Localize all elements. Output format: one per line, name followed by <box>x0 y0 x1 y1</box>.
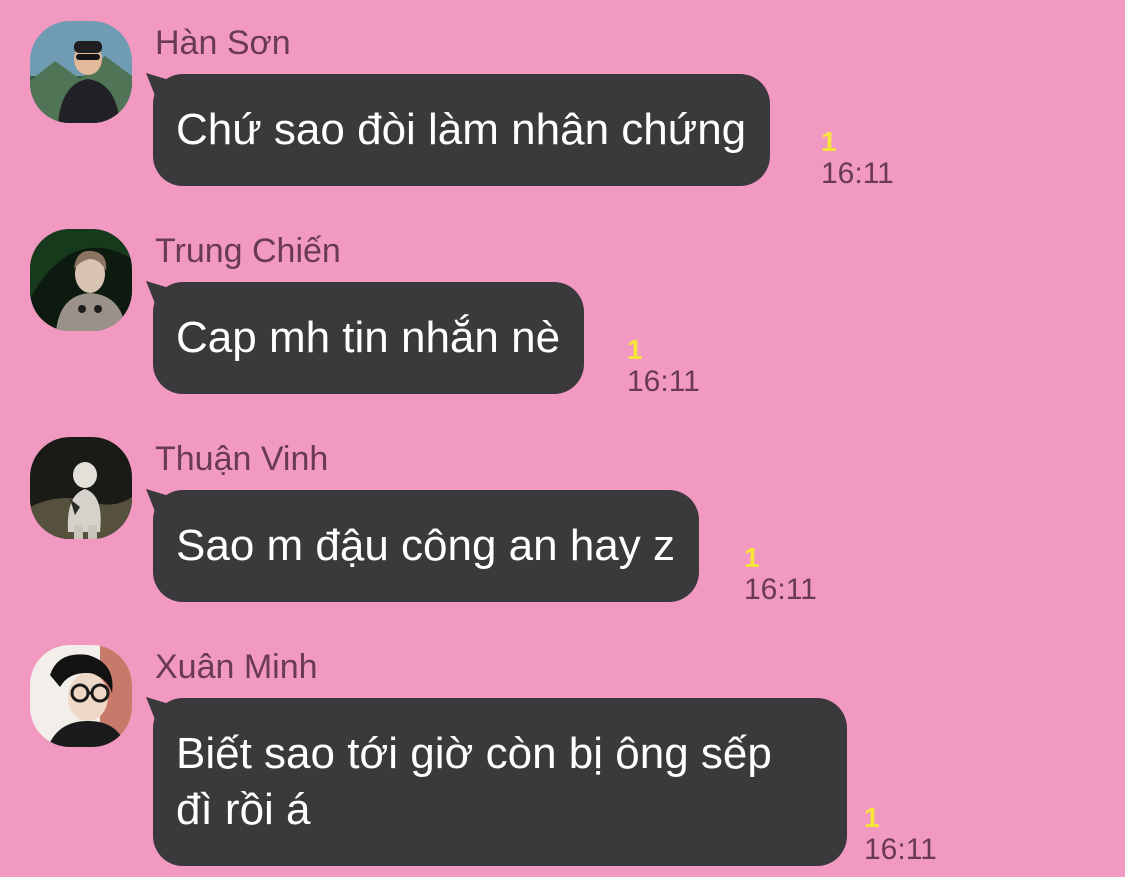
message-time: 16:11 <box>627 365 700 398</box>
message-bubble[interactable]: Biết sao tới giờ còn bị ông sếp đì rồi á <box>153 698 847 866</box>
unread-count: 1 <box>821 126 837 157</box>
message-meta: 1 16:11 <box>744 542 817 606</box>
avatar-photo-icon <box>30 229 132 331</box>
message-bubble[interactable]: Chứ sao đòi làm nhân chứng <box>153 74 771 186</box>
avatar[interactable] <box>30 645 132 747</box>
message-meta: 1 16:11 <box>821 126 894 190</box>
message-meta: 1 16:11 <box>864 802 937 866</box>
message-bubble[interactable]: Cap mh tin nhắn nè <box>153 282 585 394</box>
sender-name: Thuận Vinh <box>155 440 329 478</box>
message-text-line: đì rồi á <box>176 785 311 834</box>
avatar-photo-icon <box>30 645 132 747</box>
message-time: 16:11 <box>744 573 817 606</box>
avatar[interactable] <box>30 21 132 123</box>
avatar[interactable] <box>30 229 132 331</box>
message-text-line: Biết sao tới giờ còn bị ông sếp <box>176 729 772 778</box>
message-time: 16:11 <box>864 833 937 866</box>
unread-count: 1 <box>864 802 880 833</box>
sender-name: Hàn Sơn <box>155 24 291 62</box>
sender-name: Trung Chiến <box>155 232 341 270</box>
avatar[interactable] <box>30 437 132 539</box>
message-time: 16:11 <box>821 157 894 190</box>
unread-count: 1 <box>744 542 760 573</box>
message-bubble[interactable]: Sao m đậu công an hay z <box>153 490 699 602</box>
chat-message-list[interactable]: Hàn Sơn Chứ sao đòi làm nhân chứng 1 16:… <box>0 0 1125 877</box>
unread-count: 1 <box>627 334 643 365</box>
avatar-photo-icon <box>30 21 132 123</box>
sender-name: Xuân Minh <box>155 648 318 686</box>
message-meta: 1 16:11 <box>627 334 700 398</box>
avatar-photo-icon <box>30 437 132 539</box>
